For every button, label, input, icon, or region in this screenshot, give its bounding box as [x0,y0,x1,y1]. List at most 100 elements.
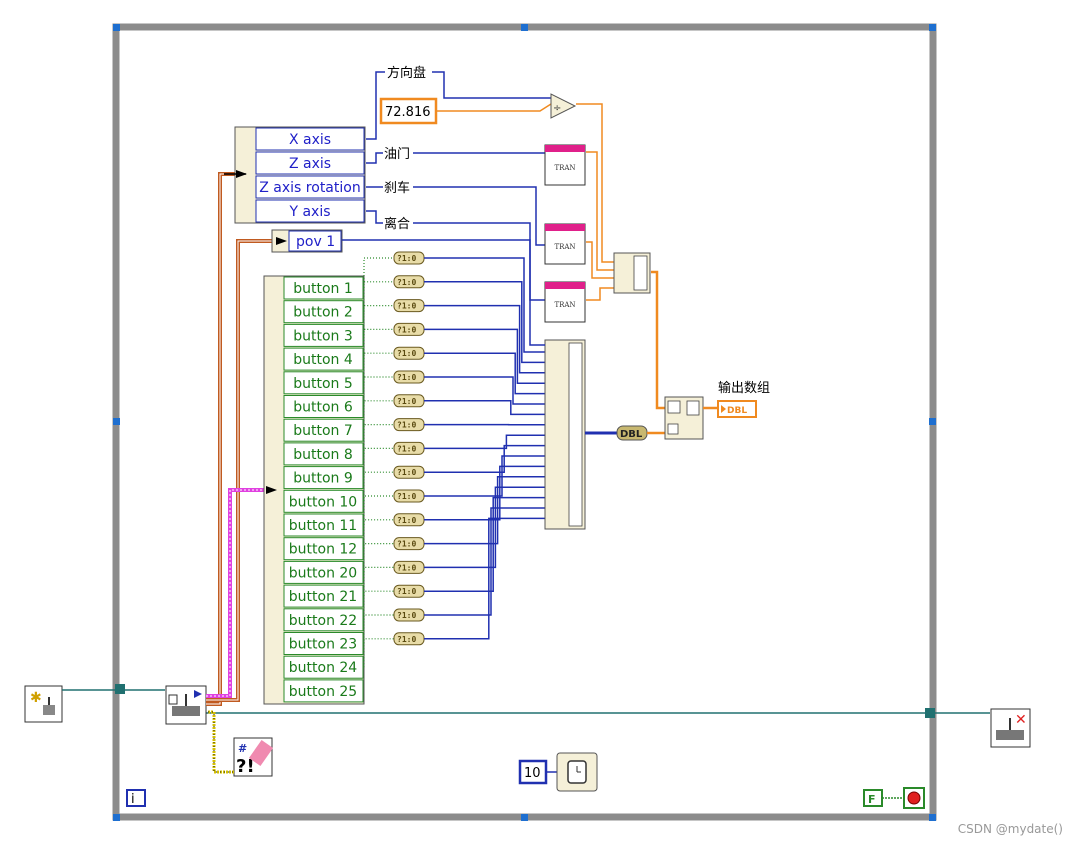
pov-label: pov 1 [296,234,335,250]
button-row-label: button 8 [293,447,353,463]
button-row-label: button 11 [289,518,357,534]
output-array-indicator[interactable]: DBL [717,400,757,418]
tran-header [545,145,585,152]
axis-row-label: Z axis [289,156,331,172]
tran-label: TRAN [554,301,575,309]
numeric-wire [424,465,545,521]
numeric-wire [424,444,545,473]
y-axis-wire [366,210,383,224]
button-row-label: button 20 [289,565,357,581]
button-row-label: button 4 [293,352,353,368]
button-row-label: button 22 [289,613,357,629]
svg-text:✱: ✱ [30,690,42,706]
boolean-wire [363,376,394,407]
numeric-wire [424,281,545,364]
boolean-wire [363,400,394,431]
select-node-label: ?1:0 [397,611,416,620]
divide-function[interactable]: ÷ [550,93,577,119]
select-node-label: ?1:0 [397,254,416,263]
select-node-label: ?1:0 [397,325,416,334]
wait-ms-constant[interactable]: 10 [518,759,548,785]
pov-unbundle[interactable]: pov 1 [271,229,343,253]
close-joystick-vi[interactable]: ✕ [990,708,1031,748]
steering-label: 方向盘 [387,65,426,81]
boolean-wire [363,638,394,668]
button-row-label: button 6 [293,400,353,416]
select-node-label: ?1:0 [397,444,416,453]
stop-const-label: F [868,793,876,806]
button-row-label: button 21 [289,589,357,605]
refnum-tunnel-right [925,708,935,718]
boolean-wire [363,328,394,360]
build-array-axes[interactable] [613,252,651,294]
numeric-constant[interactable]: 72.816 [379,97,438,125]
tran-header [545,282,585,289]
simple-error-handler-vi[interactable]: # ?! [233,737,274,777]
false-constant[interactable]: F [863,789,883,807]
axes-array-wire [651,270,667,410]
boolean-wire [363,281,394,312]
build-array-buttons[interactable] [544,339,586,530]
button-row-label: button 3 [293,328,353,344]
acquire-input-vi[interactable] [165,685,207,725]
button-row-label: button 5 [293,376,353,392]
numeric-wire [424,455,545,497]
numeric-wire [424,486,545,569]
throttle-label: 油门 [384,147,410,162]
button-row-label: button 7 [293,423,353,439]
numeric-wire [424,496,545,592]
select-node-label: ?1:0 [397,540,416,549]
dbl-label: DBL [620,429,643,440]
button-row-label: button 12 [289,542,357,558]
boolean-wire [363,519,394,549]
output-dbl-label: DBL [727,406,747,416]
buttons-cluster-wire [206,488,265,698]
axis-row-label: X axis [289,132,331,148]
numeric-wire [424,507,545,616]
loop-index-terminal: i [126,789,146,807]
tran-label: TRAN [554,243,575,251]
axis-row-label: Z axis rotation [259,180,360,196]
pov-wire [206,239,272,702]
stop-terminal[interactable] [903,787,925,809]
button-row-label: button 23 [289,637,357,653]
numeric-wire [424,376,545,405]
tran-label: TRAN [554,164,575,172]
boolean-wire [363,305,394,336]
boolean-wire [363,495,394,525]
boolean-wire [363,471,394,502]
select-node-label: ?1:0 [397,397,416,406]
button-row-label: button 1 [293,281,353,297]
build-array-output[interactable] [664,396,704,440]
boolean-wire [363,424,394,454]
svg-text:÷: ÷ [553,103,561,114]
to-dbl-function[interactable]: DBL [616,425,648,441]
svg-text:✕: ✕ [1015,712,1027,728]
wait-value: 10 [524,766,541,781]
output-array-label: 输出数组 [718,380,770,396]
button-row-label: button 25 [289,684,357,700]
button-row-label: button 9 [293,471,353,487]
boolean-wire [363,542,394,573]
block-diagram: i ✱ ✕ # ?! X axisZ axisZ axis rotationY … [24,23,1031,821]
tran-header [545,224,585,231]
button-row-label: button 10 [289,494,357,510]
error-wire [208,710,234,774]
watermark: CSDN @mydate() [957,822,1063,836]
initialize-joystick-vi[interactable]: ✱ [24,685,63,723]
select-node-label: ?1:0 [397,516,416,525]
select-node-label: ?1:0 [397,563,416,572]
select-node-label: ?1:0 [397,373,416,382]
select-node-label: ?1:0 [397,587,416,596]
constant-value: 72.816 [385,105,431,120]
select-node-label: ?1:0 [397,492,416,501]
refnum-tunnel-left [115,684,125,694]
loop-index-label: i [131,792,135,807]
brake-label: 刹车 [384,180,410,196]
select-node-label: ?1:0 [397,302,416,311]
clutch-label: 离合 [384,216,410,232]
select-node-label: ?1:0 [397,349,416,358]
button-row-label: button 2 [293,305,353,321]
wait-function[interactable] [556,752,598,792]
select-node-label: ?1:0 [397,468,416,477]
